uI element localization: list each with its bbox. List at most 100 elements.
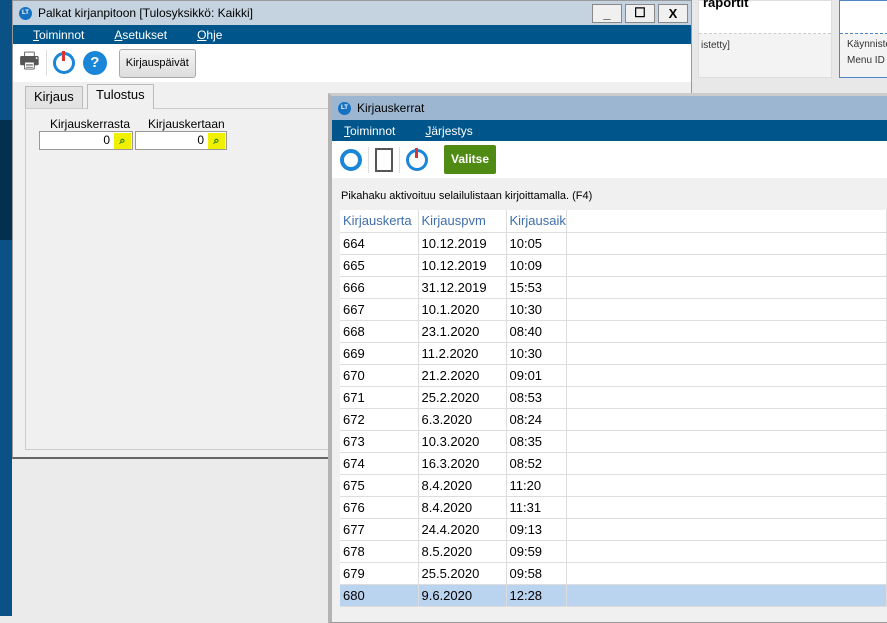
- table-cell: [566, 342, 887, 365]
- table-cell: 09:13: [506, 518, 567, 541]
- table-row[interactable]: 664 10.12.2019 10:05: [340, 232, 887, 255]
- table-cell: 664: [340, 232, 419, 255]
- table-cell: [566, 584, 887, 607]
- table-cell: 10.1.2020: [418, 298, 507, 321]
- desktop-background: [0, 0, 12, 616]
- table-row[interactable]: 665 10.12.2019 10:09: [340, 254, 887, 277]
- table-row[interactable]: 677 24.4.2020 09:13: [340, 518, 887, 541]
- power-icon[interactable]: [406, 147, 428, 171]
- table-cell: 11:31: [506, 496, 567, 519]
- table-cell: 10.12.2019: [418, 232, 507, 255]
- dialog-title-bar[interactable]: LT Kirjauskerrat: [332, 96, 887, 120]
- power-icon[interactable]: [52, 51, 75, 74]
- printer-icon[interactable]: 🖶: [19, 44, 40, 82]
- report-card-status: istetty]: [701, 40, 730, 51]
- column-header-kirjauskerta[interactable]: Kirjauskerta: [340, 210, 419, 233]
- table-cell: [566, 254, 887, 277]
- menu-ohje[interactable]: Ohje: [197, 28, 222, 42]
- table-row[interactable]: 679 25.5.2020 09:58: [340, 562, 887, 585]
- menu-card[interactable]: Käynnistetty Menu ID: [839, 0, 887, 78]
- table-cell: 6.3.2020: [418, 408, 507, 431]
- dialog-title: Kirjauskerrat: [357, 101, 425, 115]
- menu-card-menu-id: Menu ID: [847, 55, 885, 66]
- report-card[interactable]: raportit istetty]: [698, 0, 832, 78]
- table-row[interactable]: 667 10.1.2020 10:30: [340, 298, 887, 321]
- table-cell: 8.4.2020: [418, 496, 507, 519]
- table-cell: 10.12.2019: [418, 254, 507, 277]
- app-logo-icon: LT: [19, 6, 32, 20]
- menu-jarjestys[interactable]: Järjestys: [425, 124, 472, 138]
- kirjauskerrasta-input[interactable]: 0 ⌕: [39, 131, 133, 150]
- menu-toiminnot[interactable]: Toiminnot: [33, 28, 84, 42]
- table-cell: 675: [340, 474, 419, 497]
- table-row[interactable]: 670 21.2.2020 09:01: [340, 364, 887, 387]
- window-title: Palkat kirjanpitoon [Tulosyksikkö: Kaikk…: [38, 6, 253, 20]
- column-header-kirjauspvm[interactable]: Kirjauspvm: [418, 210, 507, 233]
- table-cell: 09:59: [506, 540, 567, 563]
- table-cell: 679: [340, 562, 419, 585]
- table-row[interactable]: 666 31.12.2019 15:53: [340, 276, 887, 299]
- table-cell: 08:52: [506, 452, 567, 475]
- table-cell: 21.2.2020: [418, 364, 507, 387]
- table-cell: [566, 408, 887, 431]
- close-button[interactable]: X: [658, 3, 688, 23]
- new-document-icon[interactable]: [375, 147, 393, 172]
- table-row[interactable]: 675 8.4.2020 11:20: [340, 474, 887, 497]
- table-row[interactable]: 674 16.3.2020 08:52: [340, 452, 887, 475]
- valitse-button[interactable]: Valitse: [444, 145, 496, 174]
- table-cell: [566, 276, 887, 299]
- table-cell: 680: [340, 584, 419, 607]
- table-cell: [566, 430, 887, 453]
- table-row[interactable]: 680 9.6.2020 12:28: [340, 584, 887, 607]
- table-cell: 31.12.2019: [418, 276, 507, 299]
- maximize-button[interactable]: ☐: [625, 3, 655, 23]
- tab-tulostus[interactable]: Tulostus: [87, 84, 154, 109]
- lookup-icon[interactable]: ⌕: [208, 133, 225, 149]
- table-cell: [566, 364, 887, 387]
- table-cell: 25.2.2020: [418, 386, 507, 409]
- menu-card-started: Käynnistetty: [847, 39, 887, 50]
- kirjauskertaan-input[interactable]: 0 ⌕: [135, 131, 227, 150]
- table-cell: [566, 320, 887, 343]
- kirjauskerrat-table: Kirjauskerta Kirjauspvm Kirjausaik 664 10…: [340, 210, 887, 607]
- table-cell: 678: [340, 540, 419, 563]
- table-row[interactable]: 669 11.2.2020 10:30: [340, 342, 887, 365]
- column-header-kirjausaika[interactable]: Kirjausaik: [506, 210, 567, 233]
- app-logo-icon: LT: [338, 101, 351, 115]
- table-cell: 667: [340, 298, 419, 321]
- minimize-button[interactable]: _: [592, 3, 622, 23]
- table-cell: 09:01: [506, 364, 567, 387]
- tab-kirjaus[interactable]: Kirjaus: [25, 86, 83, 108]
- table-cell: 11.2.2020: [418, 342, 507, 365]
- desktop-background-dark: [0, 120, 12, 240]
- main-title-bar[interactable]: LT Palkat kirjanpitoon [Tulosyksikkö: Ka…: [13, 1, 691, 25]
- table-cell: 10:05: [506, 232, 567, 255]
- table-row[interactable]: 676 8.4.2020 11:31: [340, 496, 887, 519]
- lookup-icon[interactable]: ⌕: [114, 133, 131, 149]
- table-cell: [566, 386, 887, 409]
- search-icon[interactable]: [340, 148, 362, 171]
- table-row[interactable]: 671 25.2.2020 08:53: [340, 386, 887, 409]
- table-cell: [566, 518, 887, 541]
- main-toolbar: 🖶 ? Kirjauspäivät: [13, 44, 691, 82]
- table-cell: 16.3.2020: [418, 452, 507, 475]
- table-cell: [566, 496, 887, 519]
- menu-asetukset[interactable]: Asetukset: [114, 28, 167, 42]
- table-cell: 668: [340, 320, 419, 343]
- help-icon[interactable]: ?: [82, 51, 107, 75]
- table-row[interactable]: 673 10.3.2020 08:35: [340, 430, 887, 453]
- menu-toiminnot[interactable]: Toiminnot: [344, 124, 395, 138]
- table-cell: 674: [340, 452, 419, 475]
- table-cell: 10.3.2020: [418, 430, 507, 453]
- table-cell: 8.5.2020: [418, 540, 507, 563]
- table-row[interactable]: 672 6.3.2020 08:24: [340, 408, 887, 431]
- table-cell: 666: [340, 276, 419, 299]
- table-cell: 08:40: [506, 320, 567, 343]
- table-cell: 671: [340, 386, 419, 409]
- table-cell: 08:53: [506, 386, 567, 409]
- table-row[interactable]: 678 8.5.2020 09:59: [340, 540, 887, 563]
- table-cell: 10:09: [506, 254, 567, 277]
- kirjauspaivat-button[interactable]: Kirjauspäivät: [118, 48, 196, 78]
- table-cell: 15:53: [506, 276, 567, 299]
- table-row[interactable]: 668 23.1.2020 08:40: [340, 320, 887, 343]
